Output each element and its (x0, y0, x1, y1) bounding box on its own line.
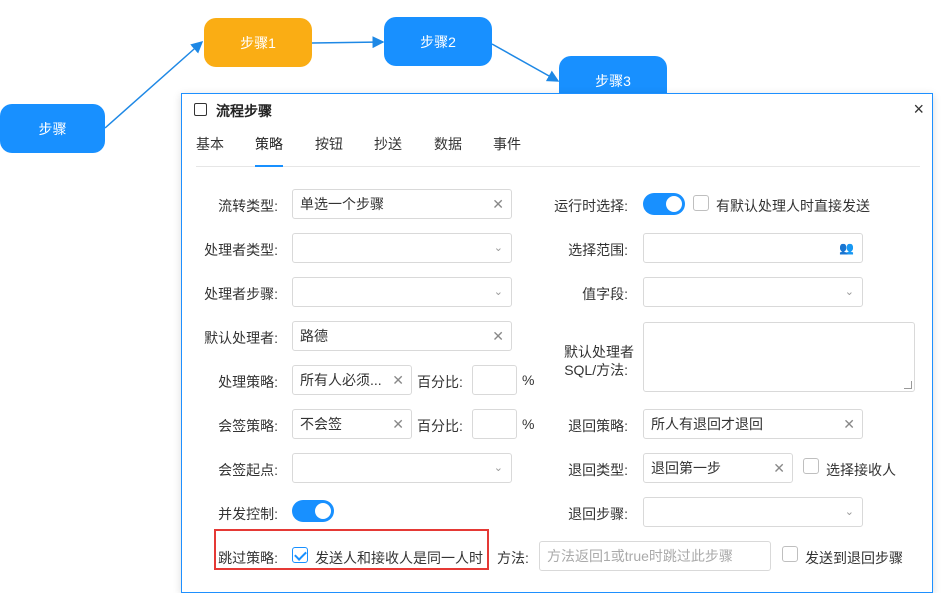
runtime-select-label: 运行时选择: (554, 198, 628, 214)
chevron-down-icon: ⌄ (493, 242, 503, 254)
tab-data[interactable]: 数据 (434, 134, 462, 167)
skip-same-person-label: 发送人和接收人是同一人时 (315, 550, 483, 566)
handler-type-select[interactable]: ⌄ (292, 233, 512, 263)
tab-events[interactable]: 事件 (493, 134, 521, 167)
clear-icon[interactable]: ✕ (492, 190, 504, 218)
resize-handle-icon[interactable] (904, 381, 912, 389)
clear-icon[interactable]: ✕ (492, 322, 504, 350)
flow-type-select[interactable]: 单选一个步骤 ✕ (292, 189, 512, 219)
countersign-start-label: 会签起点: (218, 462, 278, 478)
return-type-select[interactable]: 退回第一步 ✕ (643, 453, 793, 483)
dialog-title: 流程步骤 (216, 103, 272, 119)
countersign-policy-value: 不会签 (300, 416, 342, 432)
method-input[interactable]: 方法返回1或true时跳过此步骤 (539, 541, 771, 571)
countersign-policy-select[interactable]: 不会签 ✕ (292, 409, 412, 439)
default-handler-label: 默认处理者: (204, 330, 278, 346)
chevron-down-icon: ⌄ (844, 286, 854, 298)
skip-same-person-checkbox[interactable] (292, 547, 308, 563)
node-step2[interactable]: 步骤2 (384, 17, 492, 66)
chevron-down-icon: ⌄ (844, 506, 854, 518)
default-handler-input[interactable]: 路德 ✕ (292, 321, 512, 351)
select-scope-input[interactable]: 👥 (643, 233, 863, 263)
chevron-down-icon: ⌄ (493, 462, 503, 474)
runtime-select-toggle[interactable] (643, 193, 685, 215)
handle-policy-value: 所有人必须... (300, 372, 382, 388)
node-start[interactable]: 步骤 (0, 104, 105, 153)
return-policy-label: 退回策略: (568, 418, 628, 434)
flow-type-label: 流转类型: (218, 198, 278, 214)
tab-basic[interactable]: 基本 (196, 134, 224, 167)
skip-policy-label: 跳过策略: (218, 550, 278, 566)
flow-type-value: 单选一个步骤 (300, 196, 384, 212)
auto-send-label: 有默认处理人时直接发送 (716, 198, 870, 214)
tab-cc[interactable]: 抄送 (374, 134, 402, 167)
concurrency-label: 并发控制: (218, 506, 278, 522)
return-type-label: 退回类型: (568, 462, 628, 478)
chevron-down-icon: ⌄ (493, 286, 503, 298)
return-type-value: 退回第一步 (651, 460, 721, 476)
edge-step1-step2 (311, 36, 385, 49)
select-receiver-checkbox[interactable] (803, 458, 819, 474)
return-step-select[interactable]: ⌄ (643, 497, 863, 527)
percent-unit: % (522, 416, 535, 432)
default-handler-sql-label-1: 默认处理者 (564, 344, 634, 360)
auto-send-checkbox[interactable] (693, 195, 709, 211)
countersign-policy-label: 会签策略: (218, 418, 278, 434)
tab-bar: 基本 策略 按钮 抄送 数据 事件 (196, 130, 920, 167)
value-field-select[interactable]: ⌄ (643, 277, 863, 307)
percent-label: 百分比: (417, 374, 463, 390)
percent-unit: % (522, 372, 535, 388)
clear-icon[interactable]: ✕ (392, 410, 404, 438)
tab-buttons[interactable]: 按钮 (315, 134, 343, 167)
send-back-label: 发送到退回步骤 (805, 550, 903, 566)
handle-policy-label: 处理策略: (218, 374, 278, 390)
countersign-percent-input[interactable] (472, 409, 517, 439)
handle-policy-select[interactable]: 所有人必须... ✕ (292, 365, 412, 395)
countersign-start-select[interactable]: ⌄ (292, 453, 512, 483)
send-back-checkbox[interactable] (782, 546, 798, 562)
select-scope-label: 选择范围: (568, 242, 628, 258)
default-handler-value: 路德 (300, 328, 328, 344)
clear-icon[interactable]: ✕ (843, 410, 855, 438)
close-icon[interactable]: × (913, 99, 924, 119)
value-field-label: 值字段: (582, 286, 628, 302)
handle-percent-input[interactable] (472, 365, 517, 395)
return-policy-select[interactable]: 所人有退回才退回 ✕ (643, 409, 863, 439)
tab-policy[interactable]: 策略 (255, 134, 283, 167)
edge-step2-step3 (491, 43, 560, 82)
handler-step-select[interactable]: ⌄ (292, 277, 512, 307)
handler-step-label: 处理者步骤: (204, 286, 278, 302)
default-handler-sql-textarea[interactable] (643, 322, 915, 392)
method-label: 方法: (497, 550, 529, 566)
default-handler-sql-label-2: SQL/方法: (564, 362, 628, 378)
return-step-label: 退回步骤: (568, 506, 628, 522)
clear-icon[interactable]: ✕ (392, 366, 404, 394)
dialog-header: 流程步骤 × (182, 94, 932, 126)
percent-label: 百分比: (417, 418, 463, 434)
window-icon (194, 103, 207, 116)
select-receiver-label: 选择接收人 (826, 462, 896, 478)
method-placeholder: 方法返回1或true时跳过此步骤 (547, 548, 733, 564)
clear-icon[interactable]: ✕ (773, 454, 785, 482)
concurrency-toggle[interactable] (292, 500, 334, 522)
handler-type-label: 处理者类型: (204, 242, 278, 258)
node-step1[interactable]: 步骤1 (204, 18, 312, 67)
return-policy-value: 所人有退回才退回 (651, 416, 763, 432)
users-icon[interactable]: 👥 (839, 234, 854, 262)
